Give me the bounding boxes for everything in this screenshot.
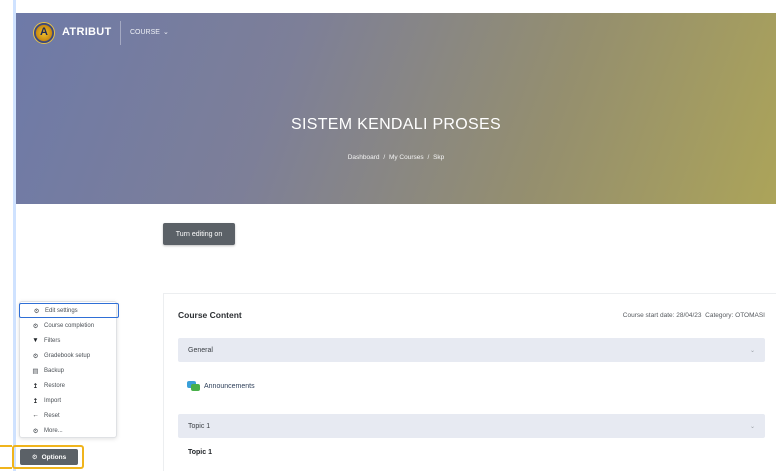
topic-heading: Topic 1 [188, 449, 212, 456]
menu-item-gradebook-setup[interactable]: ⚙ Gradebook setup [20, 348, 118, 363]
course-dropdown[interactable]: COURSE ⌄ [130, 28, 169, 37]
menu-item-label: Backup [44, 367, 65, 374]
menu-item-label: Edit settings [45, 307, 78, 314]
menu-item-label: Restore [44, 382, 66, 389]
breadcrumb-course[interactable]: Skp [433, 154, 444, 161]
breadcrumb: Dashboard / My Courses / Skp [16, 154, 776, 161]
menu-item-label: Reset [44, 412, 60, 419]
gear-icon: ⚙ [33, 307, 40, 315]
course-meta: Course start date: 28/04/23 Category: OT… [622, 312, 765, 319]
section-general[interactable]: General ⌄ [178, 338, 765, 362]
arrow-left-icon: ← [32, 412, 39, 419]
menu-item-label: Course completion [44, 322, 95, 329]
chevron-down-icon: ⌄ [162, 29, 169, 36]
forum-icon [187, 381, 201, 392]
breadcrumb-separator: / [383, 154, 386, 161]
top-navbar: A ATRIBUT COURSE ⌄ [16, 13, 776, 53]
section-title: General [188, 346, 213, 354]
chevron-down-icon[interactable]: ⌄ [750, 347, 755, 354]
upload-icon: ↥ [32, 397, 39, 405]
options-button[interactable]: ⚙ Options [20, 449, 78, 465]
menu-item-label: Filters [44, 337, 61, 344]
page: A ATRIBUT COURSE ⌄ SISTEM KENDALI PROSES… [0, 0, 776, 471]
section-title: Topic 1 [188, 422, 211, 430]
filter-icon: ▼ [32, 337, 39, 344]
menu-item-edit-settings[interactable]: ⚙ Edit settings [19, 303, 119, 318]
menu-item-label: More... [44, 427, 63, 434]
site-name[interactable]: ATRIBUT [62, 26, 112, 38]
gear-icon: ⚙ [32, 352, 39, 360]
options-button-label: Options [41, 453, 67, 461]
course-header-banner: A ATRIBUT COURSE ⌄ SISTEM KENDALI PROSES… [16, 13, 776, 204]
turn-editing-on-button[interactable]: Turn editing on [163, 223, 235, 245]
section-topic-1[interactable]: Topic 1 ⌄ [178, 414, 765, 438]
menu-item-import[interactable]: ↥ Import [20, 393, 118, 408]
page-title: SISTEM KENDALI PROSES [291, 116, 501, 133]
options-menu: ⚙ Edit settings ⚙ Course completion ▼ Fi… [19, 301, 119, 438]
activity-label[interactable]: Announcements [204, 383, 255, 390]
breadcrumb-separator: / [427, 154, 430, 161]
menu-item-backup[interactable]: ▤ Backup [20, 363, 118, 378]
navbar-divider [120, 21, 121, 45]
course-dropdown-label: COURSE [130, 28, 160, 36]
menu-item-restore[interactable]: ↥ Restore [20, 378, 118, 393]
course-content-title: Course Content [178, 310, 242, 320]
course-content-card: Course Content Course start date: 28/04/… [163, 293, 776, 471]
gear-icon: ⚙ [31, 454, 38, 461]
file-icon: ▤ [32, 367, 39, 375]
upload-icon: ↥ [32, 382, 39, 390]
menu-item-more[interactable]: ⚙ More... [20, 423, 118, 438]
chevron-down-icon[interactable]: ⌄ [750, 423, 755, 430]
site-logo[interactable]: A [33, 22, 55, 44]
focus-highlight-edge [0, 445, 12, 469]
activity-announcements[interactable]: Announcements [187, 381, 255, 392]
menu-item-label: Gradebook setup [44, 352, 91, 359]
gear-icon: ⚙ [32, 322, 39, 330]
gear-icon: ⚙ [32, 427, 39, 435]
menu-item-reset[interactable]: ← Reset [20, 408, 118, 423]
menu-item-course-completion[interactable]: ⚙ Course completion [20, 318, 118, 333]
menu-item-label: Import [44, 397, 62, 404]
menu-item-filters[interactable]: ▼ Filters [20, 333, 118, 348]
breadcrumb-dashboard[interactable]: Dashboard [348, 154, 380, 161]
logo-letter: A [40, 26, 48, 38]
breadcrumb-my-courses[interactable]: My Courses [389, 154, 424, 161]
